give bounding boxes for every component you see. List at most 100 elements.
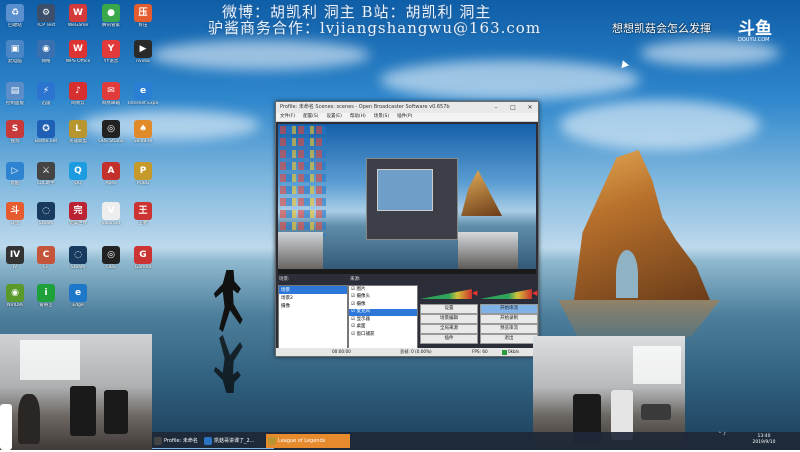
obs-control-button[interactable]: 插件 [420, 334, 478, 344]
menu-item[interactable]: 插件(P) [397, 114, 412, 119]
desktop-icon[interactable]: S 搜狗 [0, 118, 30, 152]
obs-control-button[interactable]: 预览串流 [480, 324, 538, 334]
status-fps: FPS: 60 [472, 349, 488, 354]
desktop-icon[interactable]: eInternet Explorer [128, 80, 158, 114]
sources-list[interactable]: ☑ 图片 ☑ 摄像头 ☑ 摄像 ☑ 麦克风 ☑ 显示器 ☑ 桌面 ☑ 窗口捕获 [348, 285, 418, 351]
obs-control-button[interactable]: 退出 [480, 334, 538, 344]
obs-control-button[interactable]: 全局来源 [420, 324, 478, 334]
desktop-icon[interactable]: Q QQ [63, 160, 93, 194]
obs-title: Profile: 未命名 Scenes: scenes - Open Broad… [280, 104, 450, 110]
desktop-icon-label: OBS [106, 265, 116, 270]
menu-item[interactable]: 文件(F) [280, 114, 295, 119]
desktop-icon[interactable]: IV IV [0, 244, 30, 278]
desktop-icon[interactable]: 斗斗鱼 [0, 200, 30, 234]
desktop-icon-label: WeGame [67, 23, 89, 28]
desktop-icon[interactable]: ◎ OBS [96, 244, 126, 278]
desktop-icon[interactable]: ◎ OBS Studio [96, 118, 126, 152]
pubg-icon: P [134, 162, 152, 180]
source-item[interactable]: ☑ 窗口捕获 [349, 331, 417, 339]
source-item[interactable]: ☑ 图片 [349, 286, 417, 294]
desktop-icon[interactable]: ♠ Solitaire [128, 118, 158, 152]
desktop-icon[interactable]: ▷ 优酷 [0, 160, 30, 194]
desktop-icon[interactable]: e Edge [63, 282, 93, 316]
tray-icons[interactable]: ⌃ ♪ [712, 432, 732, 450]
desktop-icon[interactable]: 压好压 [128, 2, 158, 36]
app-icon [268, 437, 276, 445]
obs-control-button[interactable]: 开始串流 [480, 304, 538, 314]
scenes-list[interactable]: 场景 场景2 摄像 [278, 285, 348, 351]
mic-volume-meter[interactable] [480, 289, 532, 299]
obs-menu-bar: 文件(F) 配置(S) 设置(E) 帮助(H) 场景(S) 插件(P) [276, 113, 538, 122]
obs-window[interactable]: Profile: 未命名 Scenes: scenes - Open Broad… [275, 101, 539, 357]
desktop-icon[interactable]: ● 腾讯管家 [96, 2, 126, 36]
obs-control-button[interactable]: 设置 [420, 304, 478, 314]
control-panel-icon: ▤ [6, 82, 24, 100]
desktop-icon-label: Steam [38, 221, 54, 226]
battlenet-icon: ✪ [37, 120, 55, 138]
clock[interactable]: 13:40 2019/9/10 [744, 434, 784, 452]
desktop-icon[interactable]: 完完美世界 [63, 200, 93, 234]
desktop-icon-label: Apex [105, 181, 117, 186]
mic-icon[interactable]: ◀ [532, 289, 538, 297]
desktop-icon[interactable]: ◌ Steam [63, 244, 93, 278]
desktop-icon[interactable]: L 英雄联盟 [63, 118, 93, 152]
desktop-icon[interactable]: ◉ NVIDIA [0, 282, 30, 316]
app-icon: ⚙ [37, 4, 55, 22]
taskbar-item[interactable]: 凯菇哥讲课了_2... [202, 434, 274, 449]
desktop-icon[interactable]: ⚙ TCP Test [31, 2, 61, 36]
desktop-icon[interactable]: ▤ 控制面板 [0, 80, 30, 114]
obs-title-bar[interactable]: Profile: 未命名 Scenes: scenes - Open Broad… [276, 102, 538, 113]
scene-item[interactable]: 摄像 [279, 302, 347, 310]
desktop-icon[interactable]: W WeGame [63, 2, 93, 36]
desktop-icon[interactable]: C CF [31, 244, 61, 278]
desktop-icon[interactable]: V Valorant [96, 200, 126, 234]
taskbar-item[interactable]: League of Legends [266, 434, 350, 448]
desktop-volume-meter[interactable] [420, 289, 472, 299]
desktop-icon[interactable]: i 爱奇艺 [31, 282, 61, 316]
close-icon[interactable]: ✕ [522, 102, 538, 113]
scene-item[interactable]: 场景 [279, 286, 347, 294]
maximize-icon[interactable]: □ [505, 102, 521, 113]
video-icon: ▷ [6, 162, 24, 180]
source-item[interactable]: ☑ 摄像 [349, 301, 417, 309]
desktop-icon[interactable]: ♻ 回收站 [0, 2, 30, 36]
desktop-icon[interactable]: W WPS Office [63, 38, 93, 72]
desktop-icon-label: Solitaire [133, 139, 153, 144]
obs-control-button[interactable]: 场景编辑 [420, 314, 478, 324]
desktop-icon-label: OBS Studio [98, 139, 124, 144]
desktop-icon[interactable]: ▣ 此电脑 [0, 38, 30, 72]
desktop-icon[interactable]: ◌ Steam [31, 200, 61, 234]
desktop-icon-label: Garena [134, 265, 152, 270]
desktop-icon[interactable]: P PUBG [128, 160, 158, 194]
edge-icon: e [69, 284, 87, 302]
minimize-icon[interactable]: – [488, 102, 504, 113]
menu-item[interactable]: 设置(E) [326, 114, 341, 119]
desktop-icon[interactable]: ✪ Battle.net [31, 118, 61, 152]
desktop-icon[interactable]: ⚡ 迅雷 [31, 80, 61, 114]
source-item[interactable]: ☑ 麦克风 [349, 308, 417, 316]
menu-item[interactable]: 帮助(H) [350, 114, 366, 119]
source-item[interactable]: ☑ 桌面 [349, 324, 417, 332]
obs-control-button[interactable]: 开始录制 [480, 314, 538, 324]
desktop-icon-label: 优酷 [10, 181, 20, 186]
desktop-icon[interactable]: Y YY语音 [96, 38, 126, 72]
source-item[interactable]: ☑ 显示器 [349, 316, 417, 324]
menu-item[interactable]: 场景(S) [374, 114, 389, 119]
scene-item[interactable]: 场景2 [279, 294, 347, 302]
speaker-icon[interactable]: ◀ [472, 289, 478, 297]
desktop-icon[interactable]: G Garena [128, 244, 158, 278]
overlay-business-text: 驴酱商务合作：lvjiangshangwu@163.com [208, 19, 542, 37]
computer-icon: ▣ [6, 40, 24, 58]
desktop-icon[interactable]: ♪ 网易云 [63, 80, 93, 114]
desktop-icon[interactable]: ✉ 网易邮箱 [96, 80, 126, 114]
desktop-icon[interactable]: 王王者 [128, 200, 158, 234]
desktop-icon[interactable]: A Apex [96, 160, 126, 194]
taskbar-item-label: 凯菇哥讲课了_2... [214, 438, 255, 444]
desktop-icon-label: PUBG [136, 181, 150, 186]
desktop-icon[interactable]: ◉ 网络 [31, 38, 61, 72]
desktop-icon[interactable]: ▶ nvidia [128, 38, 158, 72]
desktop-icon-label: 英雄联盟 [69, 139, 87, 144]
menu-item[interactable]: 配置(S) [303, 114, 318, 119]
desktop-icon[interactable]: ⚔ LOL助手 [31, 160, 61, 194]
source-item[interactable]: ☑ 摄像头 [349, 294, 417, 302]
